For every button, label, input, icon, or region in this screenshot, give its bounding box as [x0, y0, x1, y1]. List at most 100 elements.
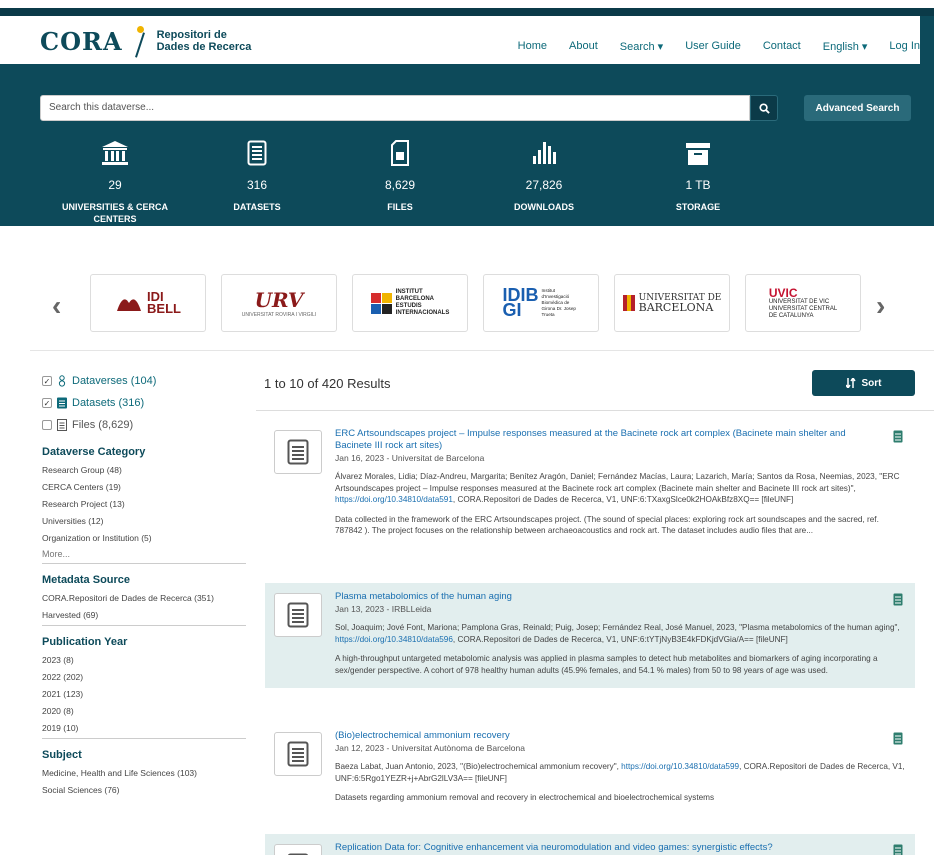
sort-button[interactable]: Sort — [812, 370, 915, 396]
facet-label: Dataverses (104) — [72, 375, 157, 387]
advanced-search-button[interactable]: Advanced Search — [804, 95, 911, 121]
divider — [256, 410, 934, 411]
stat-number: 1 TB — [685, 178, 711, 192]
facet-item[interactable]: Research Group (48) — [42, 462, 246, 479]
result-title-link[interactable]: (Bio)electrochemical ammonium recovery — [335, 730, 905, 742]
stat-number: 29 — [108, 178, 122, 192]
stat-number: 27,826 — [525, 178, 563, 192]
nav-contact[interactable]: Contact — [763, 40, 801, 53]
result-card: Replication Data for: Cognitive enhancem… — [265, 834, 915, 855]
doi-link[interactable]: https://doi.org/10.34810/data596 — [335, 635, 453, 644]
stat-label: STORAGE — [675, 202, 721, 212]
logo-idibell[interactable]: IDI BELL — [90, 274, 206, 332]
storage-icon — [686, 143, 710, 165]
facet-datasets[interactable]: ✓ Datasets (316) — [42, 392, 246, 414]
stat-datasets: 316 DATASETS — [192, 140, 322, 213]
stat-label: DOWNLOADS — [514, 202, 574, 212]
category-heading: Dataverse Category — [42, 446, 146, 458]
result-description: Datasets regarding ammonium removal and … — [335, 793, 715, 802]
logo-uvic[interactable]: UVIC UNIVERSITAT DE VIC UNIVERSITAT CENT… — [745, 274, 861, 332]
result-title-link[interactable]: Plasma metabolomics of the human aging — [335, 591, 905, 603]
facet-item[interactable]: Harvested (69) — [42, 607, 246, 624]
facet-label: Files (8,629) — [72, 419, 134, 431]
facet-dataverses[interactable]: ✓ Dataverses (104) — [42, 370, 246, 392]
dataset-icon — [57, 397, 67, 409]
result-card: ERC Artsoundscapes project – Impulse res… — [265, 420, 915, 545]
logo-subtitle: Repositori de Dades de Recerca — [156, 29, 252, 53]
facet-item[interactable]: Universities (12) — [42, 513, 246, 530]
nav-user-guide[interactable]: User Guide — [685, 40, 741, 53]
nav-home[interactable]: Home — [518, 40, 547, 53]
result-card: (Bio)electrochemical ammonium recovery J… — [265, 722, 915, 812]
category-heading: Metadata Source — [42, 574, 131, 586]
facet-item[interactable]: Organization or Institution (5) — [42, 530, 246, 547]
logo-urv[interactable]: URV UNIVERSITAT ROVIRA I VIRGILI — [221, 274, 337, 332]
logo-text: CORA — [40, 26, 123, 56]
sort-icon — [845, 378, 856, 388]
partner-carousel: ‹ IDI BELL URV UNIVERSITAT ROVIRA I VIRGI… — [40, 262, 910, 342]
result-description: A high-throughput untargeted metabolomic… — [335, 654, 878, 675]
facet-item[interactable]: CORA.Repositori de Dades de Recerca (351… — [42, 590, 246, 607]
logo-idibgi[interactable]: IDIB GI Institut d'Investigació Biomèdica… — [483, 274, 599, 332]
result-citation: Álvarez Morales, Lidia; Díaz-Andreu, Mar… — [335, 472, 900, 504]
stat-number: 316 — [246, 178, 268, 192]
dataset-thumbnail-icon[interactable] — [274, 732, 322, 776]
main-nav: Home About Search ▾ User Guide Contact E… — [496, 40, 920, 53]
facet-files[interactable]: Files (8,629) — [42, 414, 246, 436]
facet-item[interactable]: 2019 (10) — [42, 720, 246, 737]
cora-logo[interactable]: CORA Repositori de Dades de Recerca — [40, 23, 251, 59]
files-icon — [391, 140, 409, 166]
stat-storage: 1 TB STORAGE — [633, 140, 763, 213]
stat-label: DATASETS — [233, 202, 281, 212]
navbar: CORA Repositori de Dades de Recerca Home… — [0, 16, 920, 64]
stat-label: UNIVERSITIES & CERCA CENTERS — [61, 202, 168, 224]
result-description: Data collected in the framework of the E… — [335, 514, 879, 536]
nav-search-dropdown[interactable]: Search ▾ — [620, 40, 663, 53]
nav-login[interactable]: Log In — [889, 40, 920, 53]
downloads-icon — [533, 142, 556, 164]
nav-about[interactable]: About — [569, 40, 598, 53]
search-button[interactable] — [750, 95, 778, 121]
checkbox-files[interactable] — [42, 420, 52, 430]
checkbox-datasets[interactable]: ✓ — [42, 398, 52, 408]
facet-sidebar: ✓ Dataverses (104) ✓ Datasets (316) File… — [42, 370, 246, 799]
doi-link[interactable]: https://doi.org/10.34810/data599 — [621, 762, 739, 771]
checkbox-dataverses[interactable]: ✓ — [42, 376, 52, 386]
facet-item[interactable]: Medicine, Health and Life Sciences (103) — [42, 765, 246, 782]
dataverse-icon — [58, 375, 66, 387]
divider — [30, 350, 934, 351]
carousel-prev-arrow-icon[interactable]: ‹ — [52, 290, 61, 322]
file-icon — [57, 419, 67, 431]
facet-item[interactable]: CERCA Centers (19) — [42, 479, 246, 496]
dataset-thumbnail-icon[interactable] — [274, 430, 322, 474]
facet-item[interactable]: Social Sciences (76) — [42, 782, 246, 799]
carousel-next-arrow-icon[interactable]: › — [876, 290, 885, 322]
divider — [42, 625, 246, 626]
result-meta: Jan 12, 2023 - Universitat Autònoma de B… — [335, 743, 525, 753]
dataset-thumbnail-icon[interactable] — [274, 844, 322, 855]
university-icon — [102, 141, 128, 165]
result-title-link[interactable]: Replication Data for: Cognitive enhancem… — [335, 842, 905, 854]
results-summary: 1 to 10 of 420 Results — [264, 376, 391, 391]
facet-item[interactable]: Research Project (13) — [42, 496, 246, 513]
result-meta: Jan 13, 2023 - IRBLLeida — [335, 604, 432, 614]
facet-item[interactable]: 2023 (8) — [42, 652, 246, 669]
dataset-thumbnail-icon[interactable] — [274, 593, 322, 637]
logo-ibei[interactable]: INSTITUT BARCELONA ESTUDIS INTERNACIONAL… — [352, 274, 468, 332]
dataset-type-icon — [893, 732, 903, 745]
result-title-link[interactable]: ERC Artsoundscapes project – Impulse res… — [335, 428, 905, 452]
facet-item[interactable]: 2021 (123) — [42, 686, 246, 703]
facet-item[interactable]: 2022 (202) — [42, 669, 246, 686]
result-citation: Baeza Labat, Juan Antonio, 2023, "(Bio)e… — [335, 762, 905, 783]
search-input[interactable]: Search this dataverse... — [40, 95, 750, 121]
stat-number: 8,629 — [384, 178, 416, 192]
result-meta: Jan 16, 2023 - Universitat de Barcelona — [335, 453, 485, 463]
facet-item[interactable]: 2020 (8) — [42, 703, 246, 720]
logo-universitat-barcelona[interactable]: UNIVERSITAT DE BARCELONA — [614, 274, 730, 332]
stat-files: 8,629 FILES — [335, 140, 465, 213]
category-heading: Publication Year — [42, 636, 128, 648]
dataset-type-icon — [893, 593, 903, 606]
nav-language-dropdown[interactable]: English ▾ — [823, 40, 868, 53]
more-link[interactable]: More... — [42, 549, 246, 564]
doi-link[interactable]: https://doi.org/10.34810/data591 — [335, 495, 453, 504]
